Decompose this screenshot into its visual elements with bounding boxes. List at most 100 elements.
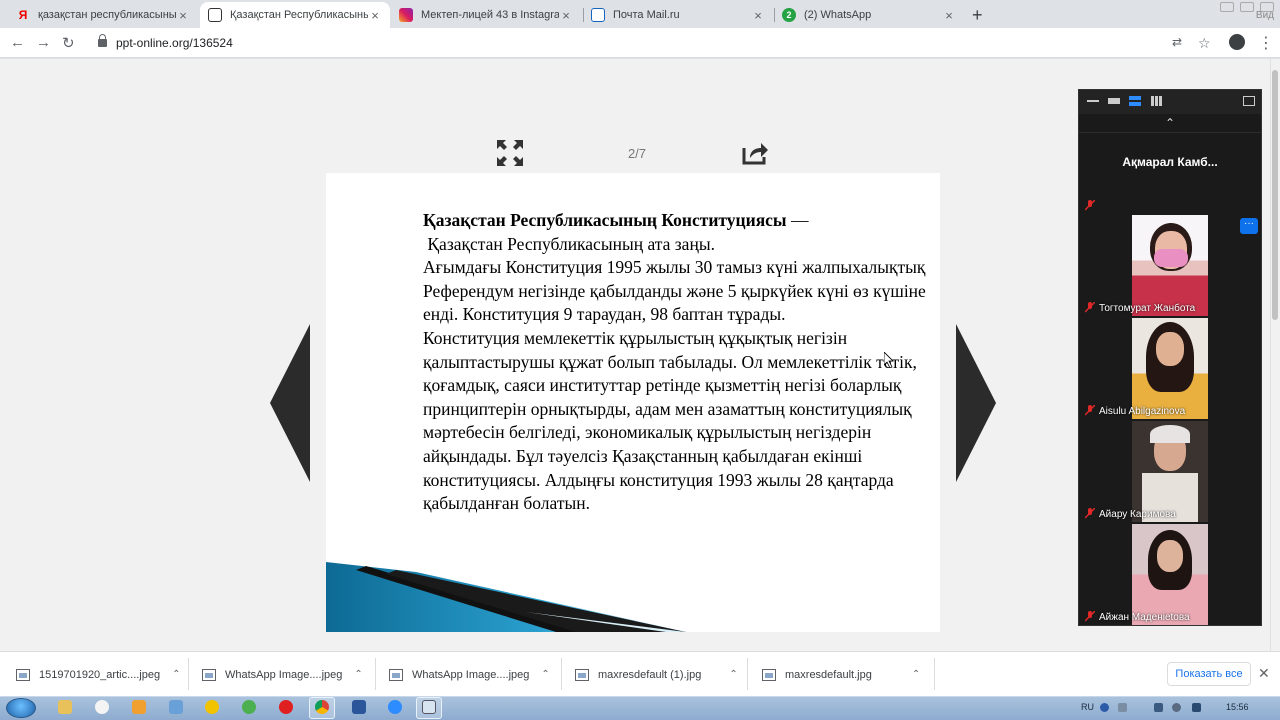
- forward-arrow-icon[interactable]: →: [36, 34, 51, 51]
- language-indicator[interactable]: RU: [1081, 702, 1094, 712]
- image-file-icon: [16, 668, 30, 681]
- url-text: ppt-online.org/136524: [116, 36, 233, 50]
- explorer-icon[interactable]: [58, 700, 72, 714]
- tab-title: Почта Mail.ru: [613, 9, 680, 21]
- tab-title: (2) WhatsApp: [804, 9, 872, 21]
- close-tab-icon[interactable]: ×: [176, 8, 190, 23]
- translate-icon[interactable]: ⇄: [1172, 35, 1182, 49]
- close-tab-icon[interactable]: ×: [368, 8, 382, 23]
- next-slide-arrow-icon[interactable]: [956, 324, 996, 482]
- zoom-app-icon[interactable]: [388, 700, 402, 714]
- tab-whatsapp[interactable]: 2 (2) WhatsApp ×: [774, 2, 964, 28]
- previous-slide-arrow-icon[interactable]: [270, 324, 310, 482]
- expand-panel-icon[interactable]: [1243, 96, 1255, 106]
- muted-mic-icon: [1085, 200, 1095, 211]
- app-icon[interactable]: [205, 700, 219, 714]
- tray-icon[interactable]: [1118, 703, 1127, 712]
- start-button-icon[interactable]: [6, 698, 36, 718]
- muted-mic-icon: [1085, 405, 1095, 416]
- tab-mail[interactable]: Почта Mail.ru ×: [583, 2, 773, 28]
- opera-icon[interactable]: [279, 700, 293, 714]
- reload-icon[interactable]: ↻: [62, 34, 75, 52]
- downloads-shelf: 1519701920_artic....jpeg ⌃ WhatsApp Imag…: [0, 651, 1280, 696]
- download-item[interactable]: WhatsApp Image....jpeg ⌃: [202, 652, 363, 697]
- profile-avatar-icon[interactable]: [1229, 34, 1245, 50]
- participant-tile[interactable]: Айару Каримова: [1079, 421, 1261, 522]
- show-all-downloads-button[interactable]: Показать все: [1167, 662, 1251, 686]
- participant-name: Айару Каримова: [1099, 509, 1176, 520]
- new-tab-button[interactable]: +: [972, 5, 983, 26]
- speaker-view-icon[interactable]: [1108, 98, 1120, 104]
- strip-view-icon[interactable]: [1129, 96, 1141, 106]
- kebab-menu-icon[interactable]: ⋮: [1258, 33, 1274, 53]
- chevron-up-icon[interactable]: ⌃: [1165, 116, 1175, 130]
- bookmark-star-icon[interactable]: ☆: [1198, 35, 1211, 52]
- chevron-up-icon[interactable]: ⌃: [172, 669, 180, 680]
- chevron-up-icon[interactable]: ⌃: [354, 669, 362, 680]
- system-clock[interactable]: 15:56: [1226, 702, 1249, 712]
- tab-title: Мектеп-лицей 43 в Instagram: «: [421, 9, 559, 21]
- muted-mic-icon: [1085, 302, 1095, 313]
- minimize-icon[interactable]: [1220, 2, 1234, 12]
- zoom-video-panel: ⌃ Ақмарал Камб... ··· Тогтомурат Жанбота…: [1078, 89, 1262, 626]
- participant-name: Тогтомурат Жанбота: [1099, 303, 1196, 314]
- word-icon[interactable]: [352, 700, 366, 714]
- tab-instagram[interactable]: Мектеп-лицей 43 в Instagram: « ×: [391, 2, 581, 28]
- chrome-icon[interactable]: [315, 700, 329, 714]
- participant-video: [1132, 421, 1208, 522]
- participant-tile[interactable]: Айжан Маденietова: [1079, 524, 1261, 625]
- gallery-view-icon[interactable]: [1151, 96, 1163, 106]
- participant-tile[interactable]: Тогтомурат Жанбота: [1079, 215, 1261, 316]
- minimize-panel-icon[interactable]: [1087, 100, 1099, 102]
- tab-title: Қазақстан Республикасының К: [230, 9, 368, 21]
- close-tab-icon[interactable]: ×: [942, 8, 956, 23]
- divider: [1079, 132, 1261, 133]
- slide-text: Қазақстан Республикасының Конституциясы …: [423, 209, 935, 516]
- chevron-up-icon[interactable]: ⌃: [541, 669, 549, 680]
- tab-yandex[interactable]: Я қазақстан республикасының ко ×: [8, 2, 198, 28]
- fullscreen-icon[interactable]: [496, 139, 524, 167]
- mail-icon: [591, 8, 605, 22]
- download-filename: WhatsApp Image....jpeg: [225, 668, 343, 681]
- browser-toolbar: ← → ↻ ppt-online.org/136524 ⇄ ☆ ⋮: [0, 28, 1280, 58]
- download-item[interactable]: 1519701920_artic....jpeg ⌃: [16, 652, 181, 697]
- share-icon[interactable]: [741, 140, 769, 166]
- image-file-icon: [575, 668, 589, 681]
- chevron-up-icon[interactable]: ⌃: [912, 669, 920, 680]
- divider: [934, 658, 935, 690]
- volume-icon[interactable]: [1192, 703, 1201, 712]
- download-item[interactable]: maxresdefault (1).jpg ⌃: [575, 652, 738, 697]
- chevron-up-icon[interactable]: ⌃: [729, 669, 737, 680]
- calculator-icon[interactable]: [169, 700, 183, 714]
- address-bar[interactable]: ppt-online.org/136524: [88, 31, 1218, 55]
- maximize-icon[interactable]: [1240, 2, 1254, 12]
- slide-title: Қазақстан Республикасының Конституциясы: [423, 210, 787, 230]
- participant-tile[interactable]: Aisulu Abilgazinova: [1079, 318, 1261, 419]
- slide-paragraph: Ағымдағы Конституция 1995 жылы 30 тамыз …: [423, 257, 926, 325]
- tray-icon[interactable]: [1172, 703, 1181, 712]
- download-item[interactable]: WhatsApp Image....jpeg ⌃: [389, 652, 550, 697]
- slide-decoration: [326, 562, 940, 632]
- ie-icon[interactable]: [242, 700, 256, 714]
- slide-title-dash: —: [786, 210, 809, 230]
- help-icon[interactable]: [1100, 703, 1109, 712]
- scrollbar-thumb[interactable]: [1272, 70, 1278, 320]
- close-tab-icon[interactable]: ×: [751, 8, 765, 23]
- image-file-icon: [762, 668, 776, 681]
- close-tab-icon[interactable]: ×: [559, 8, 573, 23]
- participant-video: [1132, 524, 1208, 625]
- lock-icon: [98, 34, 107, 47]
- tab-ppt-online[interactable]: Қазақстан Республикасының К ×: [200, 2, 390, 28]
- back-arrow-icon[interactable]: ←: [10, 34, 25, 51]
- participant-video: [1132, 318, 1208, 419]
- window-icon[interactable]: [422, 700, 436, 714]
- close-downloads-icon[interactable]: ✕: [1258, 665, 1270, 682]
- network-icon[interactable]: [1154, 703, 1163, 712]
- media-player-icon[interactable]: [132, 700, 146, 714]
- yandex-browser-icon[interactable]: [95, 700, 109, 714]
- slide-paragraph: Конституция мемлекеттік құрылыстың құқық…: [423, 327, 917, 514]
- page-counter: 2/7: [627, 146, 647, 161]
- download-item[interactable]: maxresdefault.jpg ⌃: [762, 652, 920, 697]
- muted-mic-icon: [1085, 611, 1095, 622]
- divider: [747, 658, 748, 690]
